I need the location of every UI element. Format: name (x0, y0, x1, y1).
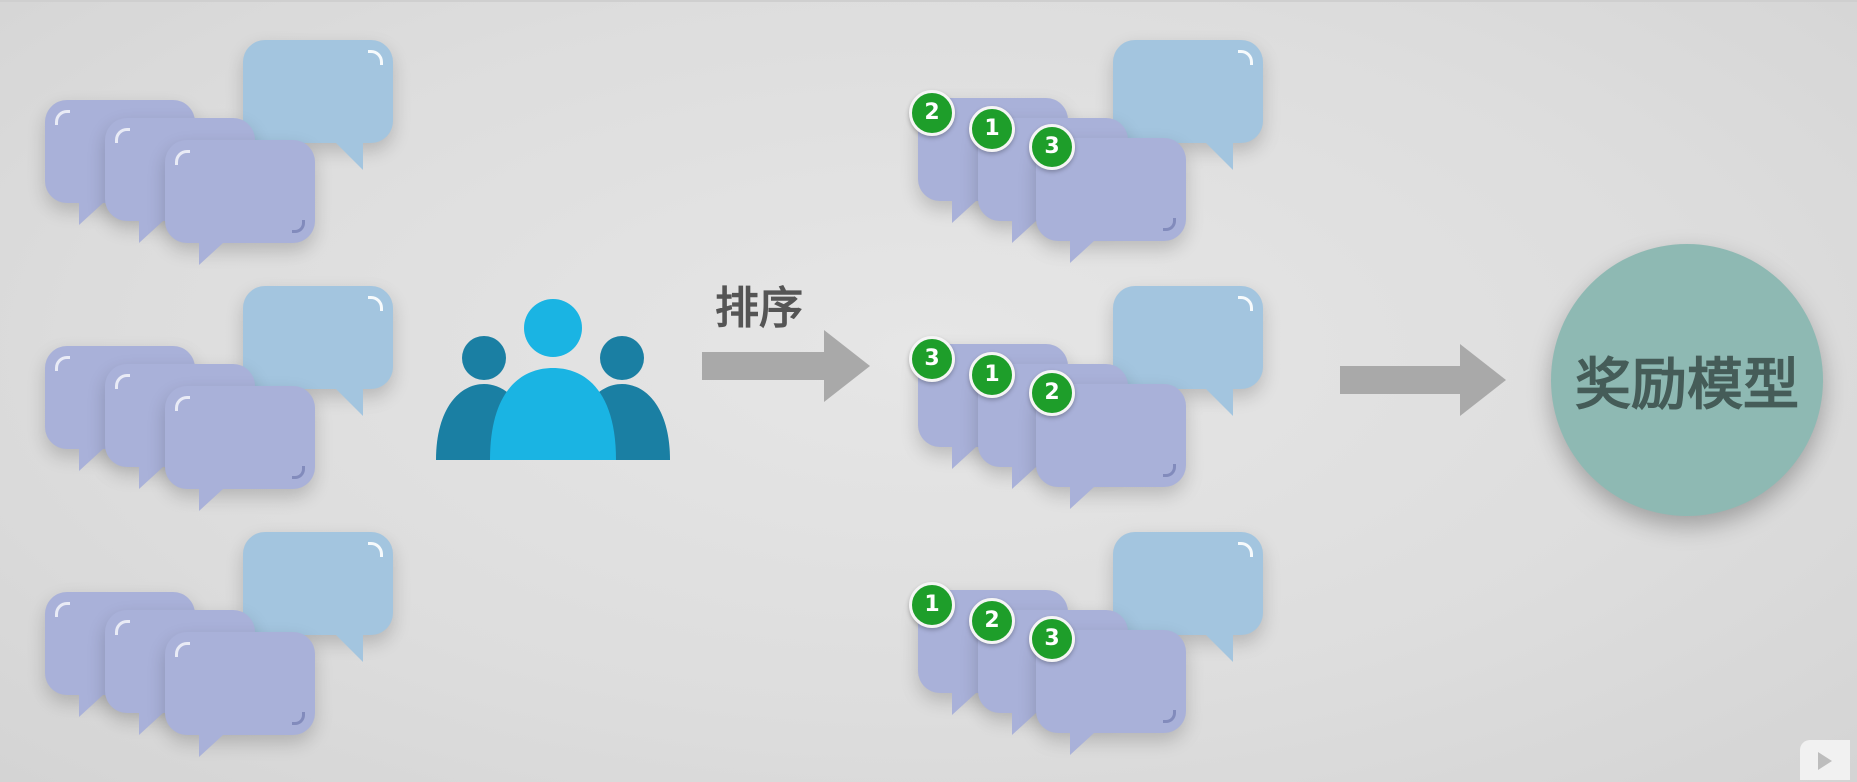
people-group-icon (436, 299, 670, 460)
speech-bubble-icon (165, 632, 315, 757)
ranked-group-2: 3 1 2 (909, 286, 1278, 516)
rank-badge: 2 (1029, 370, 1075, 416)
speech-bubble-icon (243, 40, 393, 170)
speech-bubble-icon (243, 532, 393, 662)
ranked-group-1: 2 1 3 (909, 40, 1278, 270)
response-group-3 (45, 532, 405, 762)
rank-badge: 2 (909, 90, 955, 136)
rank-badge: 1 (969, 352, 1015, 398)
rank-badge: 3 (1029, 616, 1075, 662)
right-arrow-icon (702, 330, 870, 402)
top-divider (0, 0, 1857, 2)
rank-badge: 1 (969, 106, 1015, 152)
speech-bubble-icon (1113, 40, 1263, 170)
play-logo-icon[interactable] (1800, 740, 1850, 780)
rank-badge: 2 (969, 598, 1015, 644)
right-arrow-icon (1340, 344, 1506, 416)
speech-bubble-icon (165, 386, 315, 511)
response-group-1 (45, 40, 405, 270)
rank-badge: 1 (909, 582, 955, 628)
response-group-2 (45, 286, 405, 516)
rank-badge: 3 (1029, 124, 1075, 170)
speech-bubble-icon (1113, 532, 1263, 662)
speech-bubble-icon (1113, 286, 1263, 416)
reward-model-circle: 奖励模型 (1551, 244, 1823, 516)
speech-bubble-icon (165, 140, 315, 265)
rank-badge: 3 (909, 336, 955, 382)
ranked-group-3: 1 2 3 (909, 532, 1278, 762)
sort-label: 排序 (715, 283, 803, 334)
reward-model-label: 奖励模型 (1575, 352, 1799, 418)
speech-bubble-icon (243, 286, 393, 416)
